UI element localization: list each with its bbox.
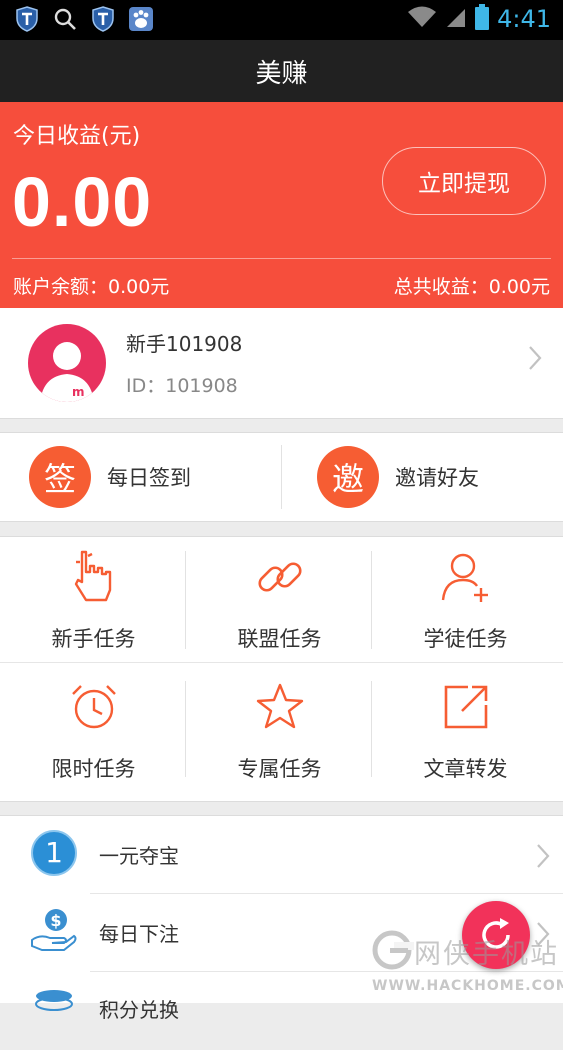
- svg-text:m: m: [72, 385, 85, 399]
- shield-icon: [14, 6, 40, 32]
- task-label: 限时任务: [51, 757, 136, 781]
- shield-icon: [90, 6, 116, 32]
- task-apprentice[interactable]: 学徒任务: [372, 537, 559, 667]
- task-newbie[interactable]: 新手任务: [0, 537, 187, 667]
- app-title-bar: 美赚: [0, 40, 563, 102]
- share-arrow-icon: [372, 677, 559, 737]
- earnings-divider: [12, 258, 551, 259]
- task-article-share[interactable]: 文章转发: [372, 667, 559, 797]
- wifi-icon: [407, 5, 437, 33]
- watermark-text: 网侠手机站: [414, 939, 559, 970]
- profile-row[interactable]: m 新手101908 ID：101908: [0, 308, 563, 419]
- account-balance: 账户余额：0.00元: [13, 276, 170, 298]
- watermark: 网侠手机站 WWW.HACKHOME.COM: [370, 926, 563, 996]
- pointer-hand-icon: [0, 547, 187, 607]
- search-icon: [52, 6, 78, 32]
- list-item-label: 一元夺宝: [99, 844, 179, 868]
- task-label: 联盟任务: [237, 627, 322, 651]
- daily-checkin-button[interactable]: 签 每日签到: [29, 433, 191, 521]
- chevron-right-icon: [536, 842, 550, 877]
- withdraw-button[interactable]: 立即提现: [382, 147, 546, 215]
- task-grid: 新手任务 联盟任务 学徒任务 限时任务 专属任务 文章转发: [0, 536, 563, 802]
- task-label: 专属任务: [237, 757, 322, 781]
- number-one-icon: 1: [30, 829, 78, 877]
- add-user-icon: [372, 547, 559, 607]
- money-hand-icon: $: [30, 906, 78, 954]
- invite-icon: 邀: [317, 446, 379, 508]
- coins-icon: [30, 986, 78, 1034]
- app-title: 美赚: [255, 58, 308, 89]
- battery-icon: [475, 4, 490, 34]
- task-limited[interactable]: 限时任务: [0, 667, 187, 797]
- daily-checkin-label: 每日签到: [107, 466, 191, 490]
- list-item-label: 积分兑换: [99, 998, 179, 1022]
- list-item-treasure[interactable]: 1 一元夺宝: [0, 816, 563, 894]
- today-earnings-label: 今日收益(元): [13, 124, 141, 149]
- invite-friends-label: 邀请好友: [395, 466, 479, 490]
- status-time: 4:41: [497, 5, 551, 33]
- status-bar: 4:41: [0, 0, 563, 40]
- list-item-label: 每日下注: [99, 922, 179, 946]
- watermark-logo-icon: [372, 930, 414, 970]
- task-label: 文章转发: [423, 757, 508, 781]
- task-alliance[interactable]: 联盟任务: [186, 537, 373, 667]
- chevron-right-icon: [528, 344, 542, 379]
- checkin-icon: 签: [29, 446, 91, 508]
- task-exclusive[interactable]: 专属任务: [186, 667, 373, 797]
- total-earnings: 总共收益：0.00元: [393, 276, 550, 298]
- watermark-url: WWW.HACKHOME.COM: [372, 978, 563, 994]
- today-earnings-value: 0.00: [12, 163, 153, 241]
- signal-icon: [445, 5, 467, 33]
- baidu-paw-icon: [128, 6, 154, 32]
- invite-friends-button[interactable]: 邀 邀请好友: [317, 433, 479, 521]
- svg-text:$: $: [50, 911, 61, 930]
- task-label: 新手任务: [51, 627, 136, 651]
- star-icon: [186, 677, 373, 737]
- link-icon: [186, 547, 373, 607]
- svg-text:1: 1: [45, 836, 63, 869]
- avatar: m: [28, 324, 106, 402]
- quick-divider: [281, 445, 282, 509]
- task-label: 学徒任务: [423, 627, 508, 651]
- profile-name: 新手101908: [126, 332, 243, 356]
- quick-actions: 签 每日签到 邀 邀请好友: [0, 432, 563, 522]
- alarm-clock-icon: [0, 677, 187, 737]
- earnings-panel: 今日收益(元) 0.00 立即提现 账户余额：0.00元 总共收益：0.00元: [0, 102, 563, 308]
- profile-id: ID：101908: [126, 375, 238, 397]
